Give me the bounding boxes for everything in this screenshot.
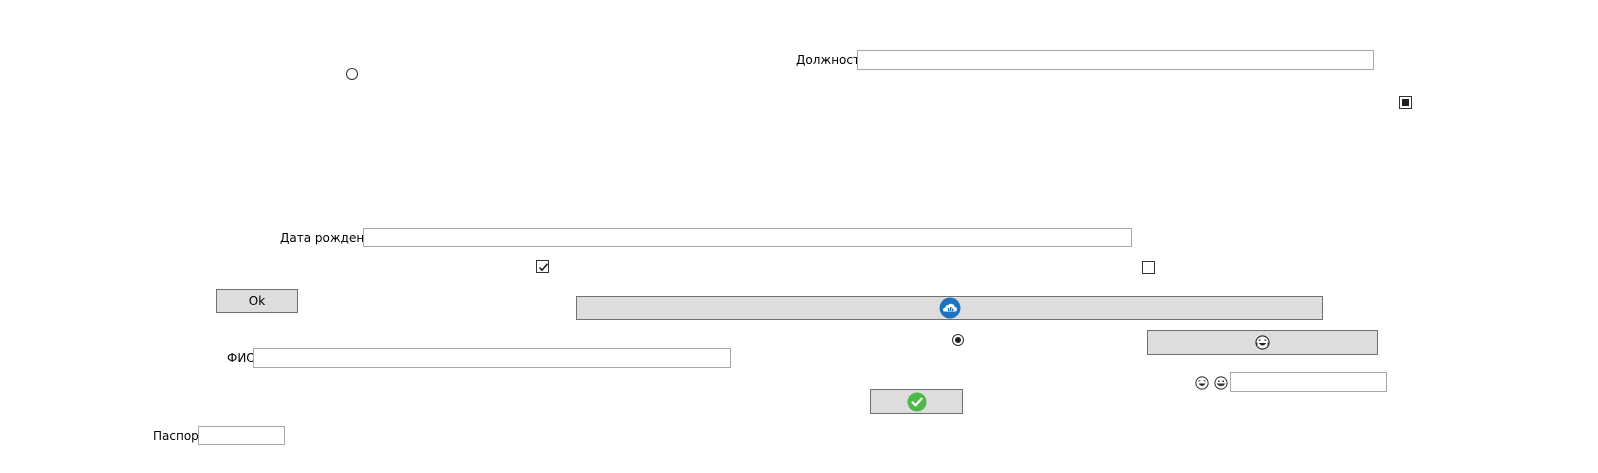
- laugh-button[interactable]: [1147, 330, 1378, 355]
- laughing-face-icon: [1255, 335, 1270, 350]
- checkmark-icon: [538, 263, 549, 272]
- cloud-button[interactable]: [576, 296, 1323, 320]
- radio-button-top[interactable]: [346, 68, 358, 80]
- ok-button[interactable]: Ok: [216, 289, 298, 313]
- radio-button-middle[interactable]: [952, 334, 964, 346]
- extra-input[interactable]: [1230, 372, 1387, 392]
- green-checkmark-icon: [907, 392, 926, 411]
- birthdate-input[interactable]: [363, 228, 1132, 247]
- fio-input[interactable]: [253, 348, 731, 368]
- fio-label: ФИО: [227, 351, 256, 365]
- position-input[interactable]: [857, 50, 1374, 70]
- grinning-face-icon: [1214, 376, 1228, 390]
- laughing-face-icon: [1195, 376, 1209, 390]
- checkbox-top-right[interactable]: [1399, 96, 1412, 109]
- passport-input[interactable]: [198, 426, 285, 445]
- confirm-button[interactable]: [870, 389, 963, 414]
- checkbox-right[interactable]: [1142, 261, 1155, 274]
- checkbox-left[interactable]: [536, 260, 549, 273]
- cloud-icon: [939, 297, 960, 319]
